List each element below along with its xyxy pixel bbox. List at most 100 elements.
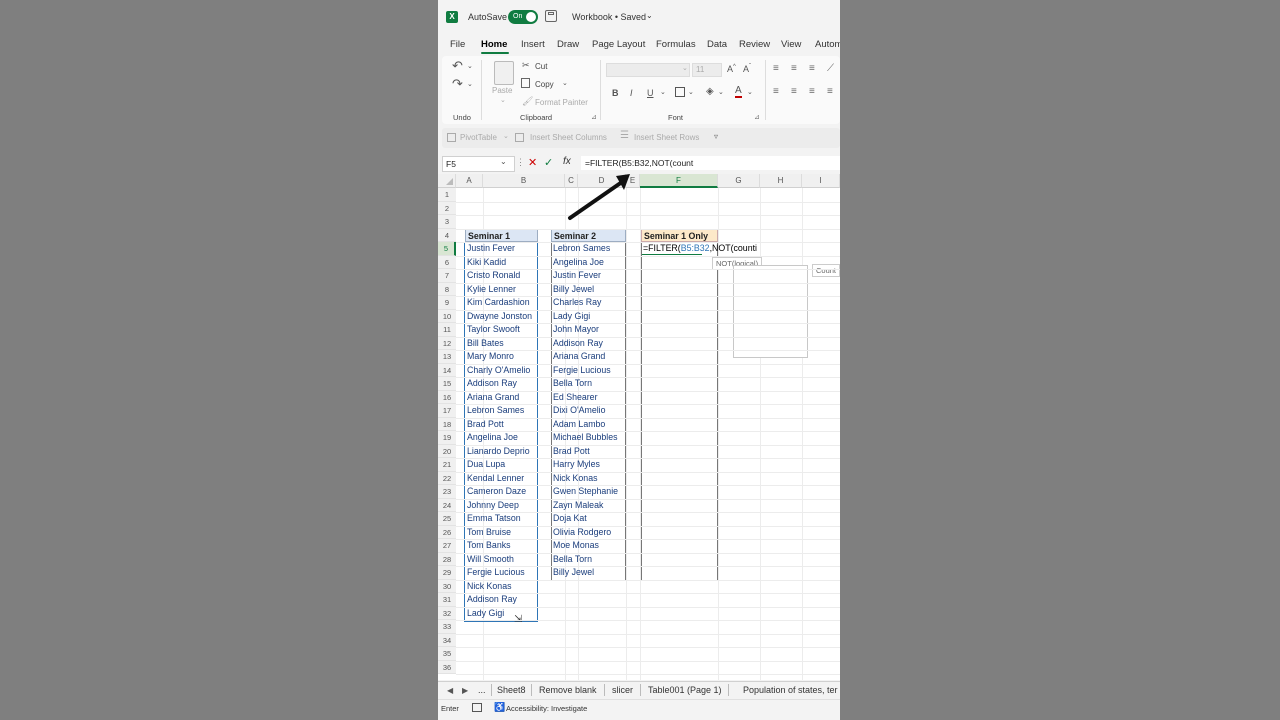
column-header-h[interactable]: H <box>760 174 802 188</box>
row-header[interactable]: 35 <box>438 647 456 661</box>
row-header[interactable]: 10 <box>438 309 456 323</box>
column-header-f[interactable]: F <box>640 174 718 188</box>
pivot-table-icon[interactable] <box>447 133 456 142</box>
row-header[interactable]: 20 <box>438 444 456 458</box>
copy-dropdown-icon[interactable]: ⌄ <box>562 79 568 87</box>
scroll-tabs-left-icon[interactable]: ◀ <box>447 686 453 695</box>
f5-edit-cell[interactable]: =FILTER(B5:B32,NOT(counti <box>643 242 840 256</box>
sheet-tab-population[interactable]: Population of states, ter <box>743 685 838 695</box>
row-header[interactable]: 28 <box>438 552 456 566</box>
copy-icon[interactable] <box>521 78 530 88</box>
row-header[interactable]: 13 <box>438 350 456 364</box>
row-header[interactable]: 9 <box>438 296 456 310</box>
redo-icon[interactable]: ↷ <box>452 76 463 92</box>
undo-icon[interactable]: ↶ <box>452 58 463 74</box>
tab-review[interactable]: Review <box>739 39 770 50</box>
grow-font-icon[interactable]: A^ <box>727 64 736 74</box>
row-header[interactable]: 21 <box>438 458 456 472</box>
row-header[interactable]: 23 <box>438 485 456 499</box>
row-header[interactable]: 2 <box>438 201 456 215</box>
insert-rows-icon[interactable]: ☰ <box>620 130 629 141</box>
customize-toolbar-icon[interactable]: ▿ <box>714 132 718 141</box>
accessibility-icon[interactable]: ♿ <box>494 702 505 713</box>
clipboard-launcher-icon[interactable]: ⊿ <box>591 113 597 121</box>
font-launcher-icon[interactable]: ⊿ <box>754 113 760 121</box>
worksheet-grid[interactable]: A B C D E F G H I 1 2 3 4 5 6 7 8 9 10 11 12 13 14 15 1… <box>438 174 840 680</box>
row-header[interactable]: 4 <box>438 228 456 242</box>
sheet-tab-remove-blank[interactable]: Remove blank <box>539 685 597 695</box>
seminar1-only-header[interactable]: Seminar 1 Only <box>641 228 718 242</box>
name-box-dropdown-icon[interactable]: ⌄ <box>500 157 507 166</box>
row-header[interactable]: 5 <box>438 242 456 256</box>
row-header[interactable]: 1 <box>438 188 456 202</box>
fill-dropdown-icon[interactable]: ⌄ <box>718 88 724 96</box>
row-header[interactable]: 17 <box>438 404 456 418</box>
seminar1-header[interactable]: Seminar 1 <box>465 228 538 242</box>
autocomplete-list[interactable] <box>733 265 808 358</box>
column-header-b[interactable]: B <box>483 174 565 188</box>
font-color-icon[interactable]: A <box>735 86 742 98</box>
pivot-table-button[interactable]: PivotTable <box>460 133 497 142</box>
redo-dropdown-icon[interactable]: ⌄ <box>467 80 473 88</box>
row-header[interactable]: 6 <box>438 255 456 269</box>
tab-view[interactable]: View <box>781 39 801 50</box>
align-middle-icon[interactable]: ≡ <box>791 63 797 74</box>
tab-automate[interactable]: Autom <box>815 39 840 50</box>
select-all-corner[interactable] <box>438 174 456 188</box>
column-header-a[interactable]: A <box>456 174 483 188</box>
paste-icon[interactable] <box>494 61 514 85</box>
font-color-dropdown-icon[interactable]: ⌄ <box>747 88 753 96</box>
sheet-tab-table001[interactable]: Table001 (Page 1) <box>648 685 722 695</box>
row-header[interactable]: 19 <box>438 431 456 445</box>
scissors-icon[interactable]: ✂ <box>522 60 530 71</box>
macro-record-icon[interactable] <box>472 703 482 712</box>
align-top-icon[interactable]: ≡ <box>773 63 779 74</box>
save-icon[interactable] <box>545 10 557 22</box>
row-header[interactable]: 14 <box>438 363 456 377</box>
row-header[interactable]: 8 <box>438 282 456 296</box>
bold-icon[interactable]: B <box>612 88 619 98</box>
workbook-title[interactable]: Workbook • Saved <box>572 12 646 22</box>
row-header[interactable]: 15 <box>438 377 456 391</box>
row-header[interactable]: 7 <box>438 269 456 283</box>
row-header[interactable]: 29 <box>438 566 456 580</box>
tab-page-layout[interactable]: Page Layout <box>592 39 645 50</box>
chevron-down-icon[interactable]: ⌄ <box>646 11 653 20</box>
row-header[interactable]: 22 <box>438 471 456 485</box>
font-name-select[interactable] <box>606 63 690 77</box>
fill-color-icon[interactable]: ◈ <box>706 86 714 97</box>
more-sheets-button[interactable]: ... <box>478 685 486 695</box>
tab-insert[interactable]: Insert <box>521 39 545 50</box>
cancel-icon[interactable]: ✕ <box>528 156 537 169</box>
row-header[interactable]: 34 <box>438 633 456 647</box>
underline-dropdown-icon[interactable]: ⌄ <box>660 88 666 96</box>
more-options-icon[interactable]: ⋮ <box>516 157 525 168</box>
pivot-dropdown-icon[interactable]: ⌄ <box>503 132 509 140</box>
shrink-font-icon[interactable]: Aˇ <box>743 64 751 74</box>
row-header[interactable]: 33 <box>438 620 456 634</box>
orientation-icon[interactable]: ⟋ <box>827 63 834 74</box>
column-header-g[interactable]: G <box>718 174 760 188</box>
row-header[interactable]: 36 <box>438 660 456 674</box>
format-painter-button[interactable]: Format Painter <box>535 98 588 107</box>
seminar2-header[interactable]: Seminar 2 <box>551 228 626 242</box>
tab-home[interactable]: Home <box>481 39 507 50</box>
row-header[interactable]: 12 <box>438 336 456 350</box>
underline-icon[interactable]: U <box>647 88 654 98</box>
tab-data[interactable]: Data <box>707 39 727 50</box>
insert-sheet-columns-button[interactable]: Insert Sheet Columns <box>530 133 607 142</box>
paste-dropdown-icon[interactable]: ⌄ <box>500 96 506 104</box>
borders-dropdown-icon[interactable]: ⌄ <box>688 88 694 96</box>
row-header[interactable]: 11 <box>438 323 456 337</box>
insert-columns-icon[interactable] <box>515 133 524 142</box>
sheet-tab-sheet8[interactable]: Sheet8 <box>497 685 526 695</box>
row-header[interactable]: 3 <box>438 215 456 229</box>
row-header[interactable]: 16 <box>438 390 456 404</box>
row-header[interactable]: 31 <box>438 593 456 607</box>
font-name-dropdown-icon[interactable]: ⌄ <box>682 64 688 72</box>
sheet-tab-slicer[interactable]: slicer <box>612 685 633 695</box>
row-header[interactable]: 27 <box>438 539 456 553</box>
paste-label[interactable]: Paste <box>492 86 512 95</box>
align-left-icon[interactable]: ≡ <box>773 86 779 97</box>
row-header[interactable]: 18 <box>438 417 456 431</box>
